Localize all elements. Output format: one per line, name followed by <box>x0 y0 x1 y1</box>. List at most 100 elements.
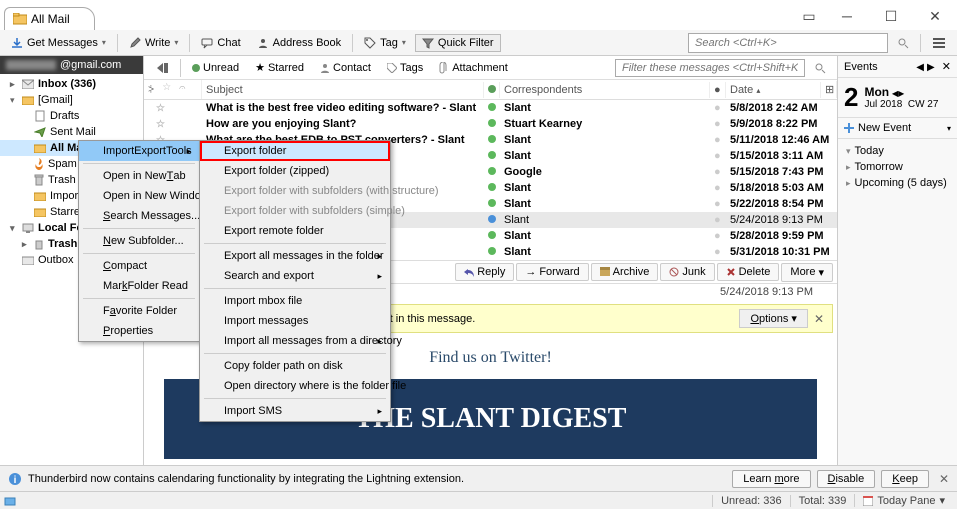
account-header[interactable]: @gmail.com <box>0 56 143 74</box>
attachment-icon: 𝄐 <box>179 82 185 97</box>
pencil-icon <box>129 37 141 49</box>
ctx-favorite[interactable]: Favorite Folder <box>79 301 199 321</box>
draft-icon <box>34 110 46 122</box>
ctx-properties[interactable]: Properties <box>79 321 199 341</box>
filter-attachment[interactable]: Attachment <box>432 59 515 77</box>
col-date[interactable]: Date ▴ <box>726 82 821 98</box>
ctx-import-messages[interactable]: Import messages <box>200 311 390 331</box>
message-row[interactable]: ☆How are you enjoying Slant?Stuart Kearn… <box>144 116 837 132</box>
expander-icon: ▾ <box>10 95 18 106</box>
options-button[interactable]: OOptionsptions ▾ <box>739 309 808 328</box>
get-messages-button[interactable]: Get Messages ▾ <box>4 34 113 52</box>
ctx-mark-read[interactable]: Mark Folder Read <box>79 276 199 296</box>
ctx-export-zipped[interactable]: Export folder (zipped) <box>200 161 390 181</box>
more-button[interactable]: More ▾ <box>781 263 833 282</box>
search-options-icon[interactable] <box>890 34 916 52</box>
ctx-import-export-tools[interactable]: ImportExportTools▸ <box>79 141 199 161</box>
col-subject[interactable]: Subject <box>202 82 484 98</box>
ctx-export-sub-struct: Export folder with subfolders (with stru… <box>200 181 390 201</box>
filter-starred[interactable]: ★Starred <box>248 58 311 77</box>
today-pane-button[interactable]: Today Pane ▾ <box>854 494 953 507</box>
close-icon[interactable]: ✕ <box>942 61 951 73</box>
cal-today[interactable]: ▾Today <box>840 143 955 159</box>
minimize-button[interactable]: ─ <box>825 2 869 30</box>
keep-button[interactable]: Keep <box>881 470 929 488</box>
ctx-export-all[interactable]: Export all messages in the folder▸ <box>200 246 390 266</box>
prev-icon[interactable]: ◀ <box>916 62 924 73</box>
cal-tomorrow[interactable]: ▸Tomorrow <box>840 159 955 175</box>
search-input[interactable] <box>688 33 888 53</box>
funnel-icon <box>422 37 434 49</box>
folder-drafts[interactable]: Drafts <box>0 108 143 124</box>
message-row[interactable]: ☆What is the best free video editing sof… <box>144 100 837 116</box>
ctx-import-sms[interactable]: Import SMS▸ <box>200 401 390 421</box>
forward-button[interactable]: → Forward <box>516 263 588 281</box>
archive-button[interactable]: Archive <box>591 263 659 281</box>
folder-icon <box>34 207 46 217</box>
ctx-open-new-window[interactable]: Open in New Window <box>79 186 199 206</box>
tab-all-mail[interactable]: All Mail <box>4 7 95 30</box>
close-button[interactable]: ✕ <box>913 2 957 30</box>
filter-input[interactable] <box>615 59 805 77</box>
tag-icon <box>364 37 376 49</box>
col-junk[interactable]: ● <box>710 82 726 98</box>
learn-more-button[interactable]: Learn more <box>732 470 810 488</box>
ctx-compact[interactable]: Compact <box>79 256 199 276</box>
online-icon[interactable] <box>4 495 16 507</box>
folder-inbox[interactable]: ▸ Inbox (336) <box>0 76 143 92</box>
filter-toggle-button[interactable] <box>148 59 176 77</box>
folder-icon <box>13 13 25 25</box>
expander-icon: ▾ <box>10 223 18 234</box>
app-menu-button[interactable] <box>925 34 953 52</box>
filter-search-icon[interactable] <box>807 59 833 77</box>
ctx-export-folder[interactable]: Export folder <box>200 141 390 161</box>
close-icon[interactable]: ✕ <box>814 312 824 326</box>
filter-unread[interactable]: Unread <box>185 59 246 77</box>
filter-bar: Unread ★Starred Contact Tags Attachment <box>144 56 837 80</box>
ctx-new-subfolder[interactable]: New Subfolder... <box>79 231 199 251</box>
tag-button[interactable]: Tag ▾ <box>357 34 413 52</box>
next-day-icon[interactable]: ▶ <box>898 89 904 98</box>
ctx-open-dir[interactable]: Open directory where is the folder file <box>200 376 390 396</box>
cal-upcoming[interactable]: ▸Upcoming (5 days) <box>840 175 955 191</box>
info-text-suffix: nt in this message. <box>384 313 476 325</box>
col-read[interactable] <box>484 82 500 98</box>
col-picker[interactable]: ⊞ <box>821 81 837 98</box>
junk-button[interactable]: Junk <box>660 263 714 281</box>
filter-contact[interactable]: Contact <box>313 59 378 77</box>
folder-gmail[interactable]: ▾ [Gmail] <box>0 92 143 108</box>
quick-filter-button[interactable]: Quick Filter <box>415 34 501 52</box>
ctx-search-messages[interactable]: Search Messages... <box>79 206 199 226</box>
col-correspondents[interactable]: Correspondents <box>500 82 710 98</box>
folder-context-menu: ImportExportTools▸ Open in New Tab Open … <box>78 140 200 342</box>
new-event-button[interactable]: New Event ▾ <box>838 118 957 139</box>
svg-text:i: i <box>14 475 17 486</box>
ctx-import-dir[interactable]: Import all messages from a directory▸ <box>200 331 390 351</box>
maximize-button[interactable]: ☐ <box>869 2 913 30</box>
delete-button[interactable]: Delete <box>717 263 780 281</box>
ctx-search-export[interactable]: Search and export▸ <box>200 266 390 286</box>
status-total: Total: 339 <box>790 495 855 507</box>
address-book-button[interactable]: Address Book <box>250 34 348 52</box>
trash-icon <box>34 174 44 186</box>
pane-icon[interactable]: ▭ <box>793 2 825 30</box>
folder-sent[interactable]: Sent Mail <box>0 124 143 140</box>
disable-button[interactable]: Disable <box>817 470 876 488</box>
info-icon: i <box>8 472 22 486</box>
folder-icon <box>22 95 34 105</box>
ctx-import-mbox[interactable]: Import mbox file <box>200 291 390 311</box>
close-icon[interactable]: ✕ <box>939 472 949 486</box>
expander-icon: ▸ <box>22 239 30 250</box>
fire-icon <box>34 158 44 170</box>
write-button[interactable]: Write ▾ <box>122 34 185 52</box>
tab-label: All Mail <box>31 12 70 26</box>
ctx-copy-path[interactable]: Copy folder path on disk <box>200 356 390 376</box>
chat-button[interactable]: Chat <box>194 34 247 52</box>
filter-tags[interactable]: Tags <box>380 59 430 77</box>
reply-button[interactable]: Reply <box>455 263 514 281</box>
ctx-export-remote[interactable]: Export remote folder <box>200 221 390 241</box>
col-flags[interactable]: ⸖ ☆ 𝄐 <box>144 80 202 99</box>
main-toolbar: Get Messages ▾ Write ▾ Chat Address Book… <box>0 30 957 56</box>
next-icon[interactable]: ▶ <box>927 62 935 73</box>
ctx-open-new-tab[interactable]: Open in New Tab <box>79 166 199 186</box>
